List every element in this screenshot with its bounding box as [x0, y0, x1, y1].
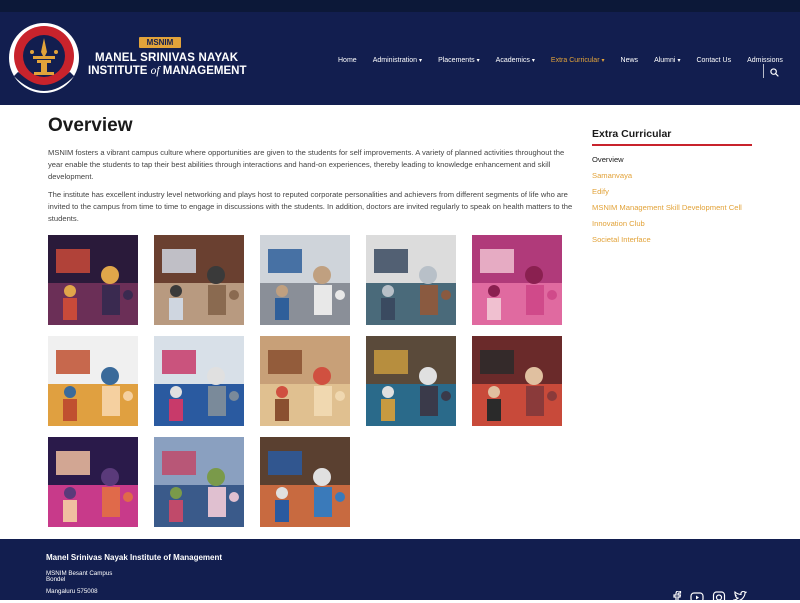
nav-item-label: Alumni [654, 56, 676, 64]
caret-down-icon: ▾ [531, 57, 535, 64]
sidebar-item-overview[interactable]: Overview [592, 152, 752, 168]
caret-down-icon: ▾ [476, 57, 480, 64]
main-content: Overview MSNIM fosters a vibrant campus … [48, 114, 573, 225]
nav-item-label: Placements [438, 56, 475, 64]
nav-item-alumni[interactable]: Alumni ▾ [654, 57, 680, 64]
gallery-photo[interactable] [366, 235, 456, 325]
gallery-photo[interactable] [260, 235, 350, 325]
logo-name-line2-pre: INSTITUTE [88, 65, 151, 77]
institution-emblem-logo[interactable] [8, 22, 80, 94]
logo-name-line2-italic: of [150, 65, 160, 77]
nav-item-placements[interactable]: Placements ▾ [438, 57, 480, 64]
sidebar-item-innovation-club[interactable]: Innovation Club [592, 216, 752, 232]
sidebar-title-rule [592, 144, 752, 146]
instagram-icon[interactable] [712, 591, 726, 603]
nav-item-news[interactable]: News [621, 57, 639, 64]
nav-item-label: Contact Us [696, 56, 732, 64]
gallery-photo[interactable] [48, 336, 138, 426]
nav-divider [763, 64, 764, 78]
sidebar-item-edify[interactable]: Edify [592, 184, 752, 200]
nav-item-label: News [620, 56, 639, 64]
networking-paragraph: The institute has excellent industry lev… [48, 190, 573, 223]
top-strip [0, 0, 800, 12]
nav-item-home[interactable]: Home [338, 57, 357, 64]
sidebar-item-samanvaya[interactable]: Samanvaya [592, 168, 752, 184]
nav-item-admissions[interactable]: Admissions [747, 57, 783, 64]
site-footer: Manel Srinivas Nayak Institute of Manage… [0, 539, 800, 603]
gallery-photo[interactable] [48, 235, 138, 325]
logo-badge: MSNIM [139, 37, 181, 48]
caret-down-icon: ▾ [677, 57, 681, 64]
gallery-photo[interactable] [154, 437, 244, 527]
logo-name-line2: INSTITUTE of MANAGEMENT [88, 65, 246, 77]
site-header: MSNIM MANEL SRINIVAS NAYAK INSTITUTE of … [0, 12, 800, 105]
gallery-photo[interactable] [154, 336, 244, 426]
gallery-photo[interactable] [48, 437, 138, 527]
facebook-icon[interactable] [670, 591, 684, 603]
nav-item-contact-us[interactable]: Contact Us [696, 57, 731, 64]
nav-item-academics[interactable]: Academics ▾ [496, 57, 535, 64]
logo-name-line1: MANEL SRINIVAS NAYAK [95, 52, 239, 64]
page-title: Overview [48, 115, 133, 136]
nav-item-label: Home [338, 56, 357, 64]
gallery-photo[interactable] [472, 235, 562, 325]
caret-down-icon: ▾ [601, 57, 605, 64]
footer-address-line3: Mangaluru 575008 [46, 588, 98, 595]
nav-item-label: Extra Curricular [550, 56, 600, 64]
nav-item-label: Academics [495, 56, 530, 64]
sidebar-item-societal-interface[interactable]: Societal Interface [592, 232, 752, 248]
sidebar: Extra Curricular Overview Samanvaya Edify M… [592, 128, 752, 248]
gallery-photo[interactable] [260, 336, 350, 426]
nav-item-administration[interactable]: Administration ▾ [373, 57, 422, 64]
twitter-icon[interactable] [733, 591, 747, 603]
footer-title: Manel Srinivas Nayak Institute of Manage… [46, 553, 223, 562]
sidebar-menu: Overview Samanvaya Edify MSNIM Management S… [592, 152, 752, 248]
intro-paragraph: MSNIM fosters a vibrant campus culture w… [48, 148, 565, 181]
gallery-photo[interactable] [472, 336, 562, 426]
logo-name-line2-post: MANAGEMENT [159, 65, 247, 77]
footer-address-line2: Bondel [46, 576, 66, 583]
nav-item-label: Administration [372, 56, 418, 64]
main-nav: Home Administration ▾ Placements ▾ Academics ▾… [330, 53, 791, 67]
sidebar-title: Extra Curricular [592, 128, 672, 140]
search-icon[interactable] [770, 68, 779, 77]
gallery-photo[interactable] [154, 235, 244, 325]
nav-item-label: Admissions [747, 56, 783, 64]
gallery-photo[interactable] [260, 437, 350, 527]
sidebar-item-msnim-management-skill-development-cell[interactable]: MSNIM Management Skill Development Cell [592, 200, 752, 216]
youtube-icon[interactable] [690, 591, 704, 603]
gallery-photo[interactable] [366, 336, 456, 426]
caret-down-icon: ▾ [419, 57, 423, 64]
nav-item-extra-curricular[interactable]: Extra Curricular ▾ [551, 57, 605, 64]
